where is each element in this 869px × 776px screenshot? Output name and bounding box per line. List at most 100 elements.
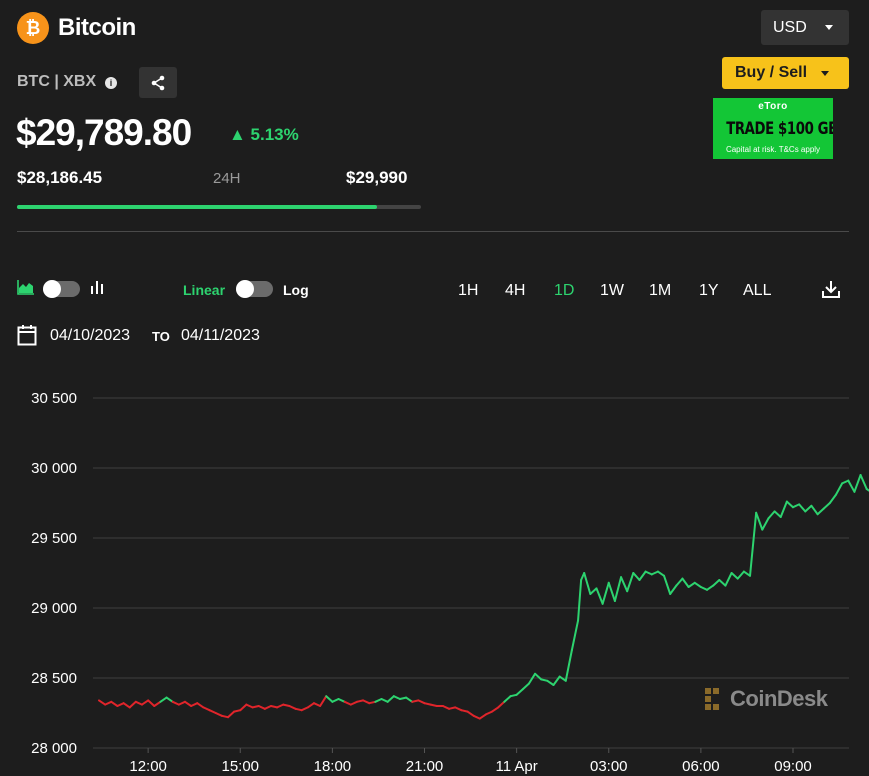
date-from-field[interactable]: 04/10/2023 bbox=[50, 327, 130, 345]
info-icon[interactable]: i bbox=[105, 77, 117, 89]
x-tick-label: 11 Apr bbox=[496, 758, 538, 775]
etoro-ad-banner[interactable]: eToro TRADE $100 GET $10 Capital at risk… bbox=[713, 98, 833, 159]
price-line-segment bbox=[263, 705, 272, 710]
price-line-segment bbox=[312, 702, 322, 707]
coindesk-logo-icon bbox=[705, 688, 719, 710]
calendar-icon[interactable] bbox=[17, 324, 37, 351]
price-line-segment bbox=[239, 703, 248, 712]
date-to-field[interactable]: 04/11/2023 bbox=[181, 327, 260, 345]
currency-select[interactable]: USD bbox=[761, 10, 849, 45]
price-line-segment bbox=[245, 703, 254, 709]
price-line-segment bbox=[319, 695, 328, 707]
range-1h-button[interactable]: 1H bbox=[458, 282, 478, 300]
price-line-segment bbox=[638, 570, 647, 581]
log-scale-label[interactable]: Log bbox=[283, 282, 309, 298]
price-chart[interactable]: 30 500 30 000 29 500 29 000 28 500 28 000 12:… bbox=[0, 380, 869, 776]
price-line-segment bbox=[98, 699, 107, 706]
range-1m-button[interactable]: 1M bbox=[649, 282, 671, 300]
price-line-segment bbox=[835, 482, 844, 496]
price-line-segment bbox=[466, 710, 475, 717]
price-line-segment bbox=[503, 695, 512, 703]
y-tick-label: 28 500 bbox=[31, 670, 77, 687]
coin-name: Bitcoin bbox=[58, 14, 136, 41]
coindesk-watermark: CoinDesk bbox=[704, 686, 828, 712]
area-chart-icon[interactable] bbox=[17, 279, 35, 300]
range-period-label: 24H bbox=[213, 170, 241, 187]
share-button[interactable] bbox=[139, 67, 177, 98]
current-price: $29,789.80 bbox=[16, 112, 192, 153]
ad-brand: eToro bbox=[758, 101, 788, 112]
price-line-segment bbox=[196, 702, 205, 709]
price-line-segment bbox=[331, 698, 340, 703]
chevron-down-icon bbox=[825, 25, 833, 30]
price-line-segment bbox=[484, 710, 494, 716]
price-line-segment bbox=[159, 696, 168, 703]
price-line-segment bbox=[202, 706, 211, 712]
price-line-segment bbox=[257, 705, 266, 710]
price-line-segment bbox=[478, 713, 487, 720]
watermark-text: CoinDesk bbox=[730, 686, 828, 711]
chart-type-toggle[interactable] bbox=[43, 280, 80, 298]
y-tick-label: 29 000 bbox=[31, 600, 77, 617]
price-line-segment bbox=[417, 699, 426, 705]
y-tick-label: 29 500 bbox=[31, 530, 77, 547]
price-line-segment bbox=[472, 714, 481, 720]
price-line-segment bbox=[730, 572, 739, 580]
range-low: $28,186.45 bbox=[17, 168, 103, 187]
price-line-segment bbox=[128, 700, 137, 709]
y-axis: 30 500 30 000 29 500 29 000 28 500 28 000 bbox=[31, 390, 77, 757]
range-all-button[interactable]: ALL bbox=[743, 282, 771, 300]
share-icon bbox=[151, 75, 165, 90]
price-line-segment bbox=[349, 700, 358, 706]
price-line-segment bbox=[343, 700, 352, 706]
price-line-segment bbox=[841, 479, 850, 485]
range-1d-button[interactable]: 1D bbox=[554, 282, 574, 300]
price-line-segment bbox=[337, 698, 346, 703]
price-line-segment bbox=[570, 619, 580, 651]
price-line-segment bbox=[675, 577, 684, 587]
buy-sell-label: Buy / Sell bbox=[735, 64, 808, 81]
price-line-segment bbox=[626, 572, 635, 593]
price-line-segment bbox=[718, 579, 727, 587]
price-line-segment bbox=[613, 576, 623, 602]
x-tick-label: 06:00 bbox=[682, 758, 720, 775]
price-line-segment bbox=[804, 504, 813, 513]
bar-chart-icon[interactable] bbox=[90, 279, 104, 300]
download-icon[interactable] bbox=[821, 279, 841, 304]
x-tick-label: 03:00 bbox=[590, 758, 628, 775]
buy-sell-button[interactable]: Buy / Sell bbox=[722, 57, 849, 89]
price-line-segment bbox=[441, 705, 451, 710]
range-4h-button[interactable]: 4H bbox=[505, 282, 525, 300]
price-line-segment bbox=[699, 586, 709, 591]
price-line-segment bbox=[521, 682, 530, 691]
price-line-segment bbox=[276, 703, 285, 709]
price-line-segment bbox=[386, 695, 395, 703]
range-1y-button[interactable]: 1Y bbox=[699, 282, 719, 300]
price-line-segment bbox=[392, 695, 401, 700]
price-line-segment bbox=[712, 579, 721, 587]
price-line-segment bbox=[140, 699, 150, 706]
price-line-segment bbox=[847, 479, 856, 493]
price-line-segment bbox=[755, 511, 764, 531]
price-line-segment bbox=[405, 696, 414, 703]
price-line-segment bbox=[190, 702, 199, 707]
price-line-segment bbox=[724, 572, 733, 587]
price-line-segment bbox=[816, 507, 825, 516]
price-line-segment bbox=[828, 493, 837, 504]
range-bar-fill bbox=[17, 205, 377, 209]
price-line-segment bbox=[601, 581, 610, 605]
ticker-label: BTC | XBX bbox=[17, 73, 97, 90]
chevron-down-icon bbox=[821, 71, 829, 76]
toggle-knob bbox=[236, 280, 254, 298]
price-line-segment bbox=[620, 576, 629, 593]
bitcoin-logo-icon: ₿ bbox=[17, 12, 49, 44]
range-1w-button[interactable]: 1W bbox=[600, 282, 624, 300]
scale-toggle[interactable] bbox=[236, 280, 273, 298]
y-tick-label: 30 500 bbox=[31, 390, 77, 407]
linear-scale-label[interactable]: Linear bbox=[183, 282, 225, 298]
price-line-segment bbox=[177, 700, 186, 706]
price-line-segment bbox=[165, 696, 174, 703]
price-line-segment bbox=[214, 712, 223, 717]
price-line-segment bbox=[153, 700, 162, 707]
price-line-segment bbox=[374, 698, 383, 703]
